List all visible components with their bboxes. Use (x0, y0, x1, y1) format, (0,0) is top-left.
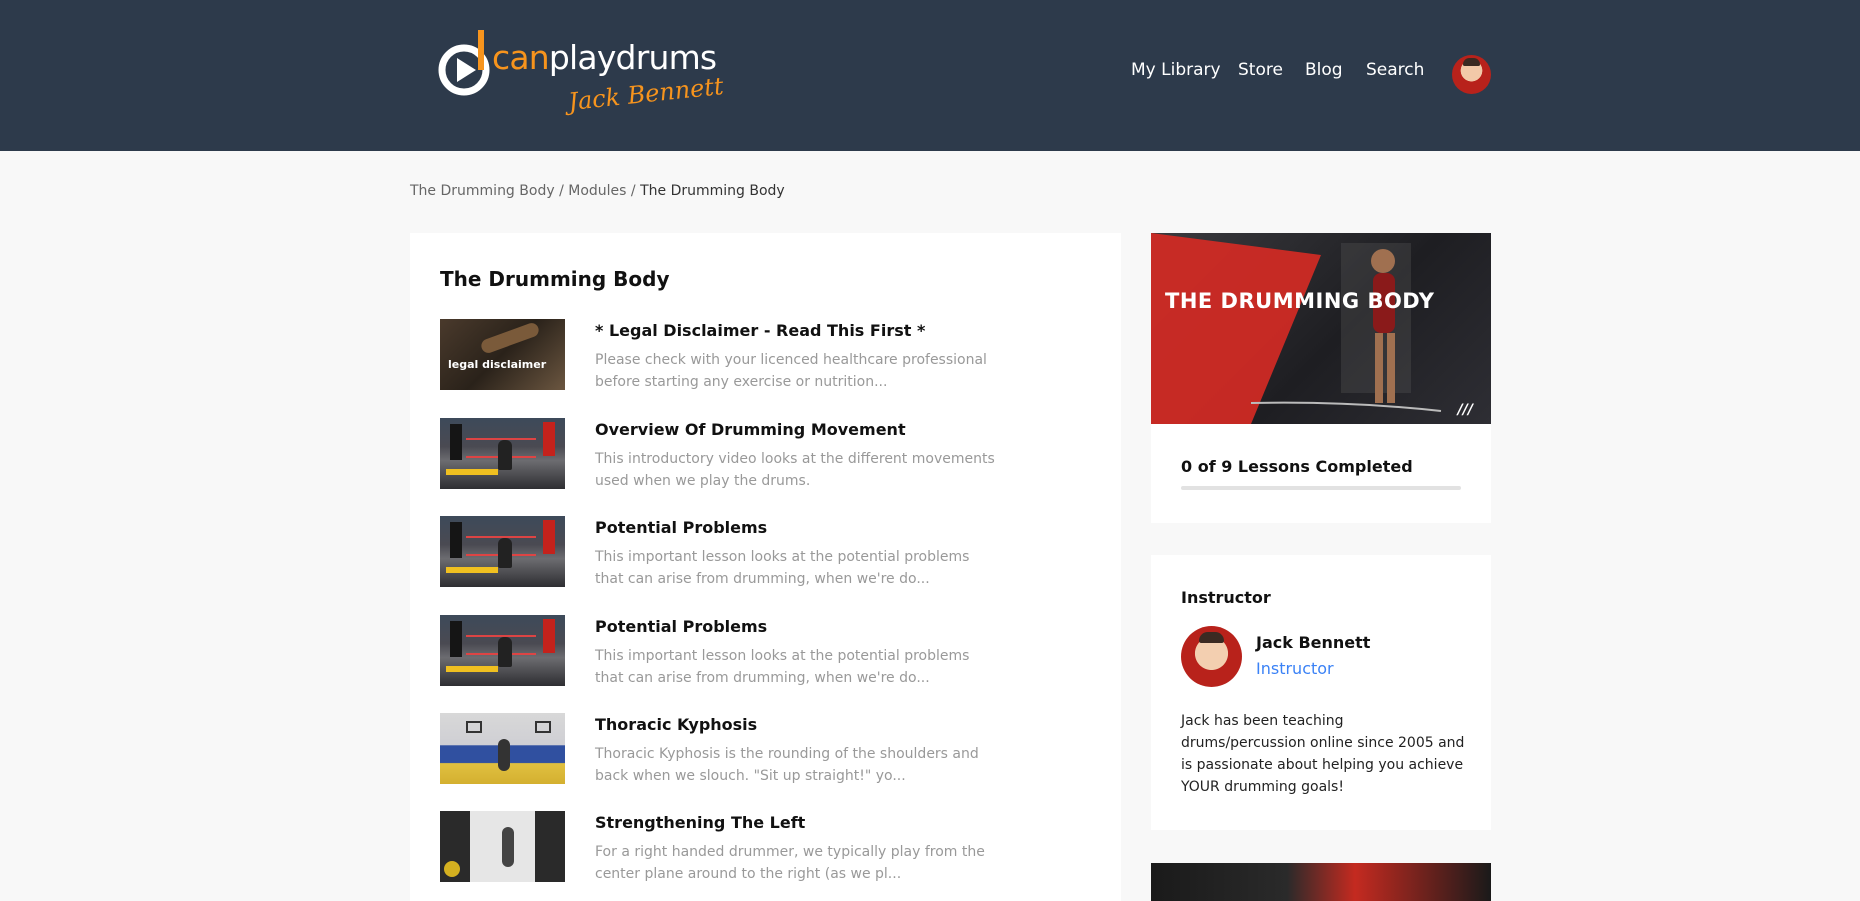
site-logo[interactable]: canplaydrums Jack Bennett (436, 26, 750, 122)
breadcrumb-current: The Drumming Body (640, 183, 785, 199)
breadcrumb: The Drumming Body / Modules / The Drummi… (410, 183, 785, 199)
lesson-description: This important lesson looks at the poten… (595, 549, 970, 587)
thumbnail-caption: legal disclaimer (448, 358, 547, 371)
lesson-title[interactable]: Strengthening The Left (595, 813, 805, 832)
lesson-description: This important lesson looks at the poten… (595, 648, 970, 686)
lesson-description: This introductory video looks at the dif… (595, 451, 995, 489)
lesson-description: Please check with your licenced healthca… (595, 352, 987, 390)
progress-bar (1181, 486, 1461, 490)
instructor-heading: Instructor (1181, 588, 1271, 607)
lesson-description: Thoracic Kyphosis is the rounding of the… (595, 746, 979, 784)
gavel-icon (479, 321, 541, 355)
breadcrumb-course[interactable]: The Drumming Body (410, 183, 555, 199)
nav-search[interactable]: Search (1366, 60, 1424, 80)
module-lessons-card: The Drumming Body legal disclaimer * Leg… (410, 233, 1121, 901)
lesson-item[interactable]: Potential Problems This important lesson… (440, 516, 1080, 588)
lessons-completed-text: 0 of 9 Lessons Completed (1181, 457, 1413, 476)
instructor-bio: Jack has been teaching drums/percussion … (1181, 713, 1465, 795)
course-hero-title: THE DRUMMING BODY (1165, 289, 1435, 313)
lesson-item[interactable]: Potential Problems This important lesson… (440, 615, 1080, 687)
lesson-title[interactable]: Potential Problems (595, 617, 767, 636)
lesson-thumbnail: legal disclaimer (440, 319, 565, 390)
lesson-thumbnail (440, 418, 565, 489)
lesson-description: For a right handed drummer, we typically… (595, 844, 985, 882)
lesson-item[interactable]: Strengthening The Left For a right hande… (440, 811, 1080, 883)
breadcrumb-separator: / (630, 183, 636, 199)
instructor-name: Jack Bennett (1256, 633, 1371, 652)
logo-wordmark: canplaydrums (492, 38, 717, 77)
lesson-item[interactable]: legal disclaimer * Legal Disclaimer - Re… (440, 319, 1080, 391)
instructor-avatar (1181, 626, 1242, 687)
lesson-title[interactable]: Overview Of Drumming Movement (595, 420, 906, 439)
course-progress-card: THE DRUMMING BODY /// 0 of 9 Lessons Com… (1151, 233, 1491, 523)
module-title: The Drumming Body (440, 267, 670, 291)
hero-mark: /// (1457, 402, 1473, 418)
lesson-title[interactable]: * Legal Disclaimer - Read This First * (595, 321, 925, 340)
lesson-thumbnail (440, 713, 565, 784)
nav-store[interactable]: Store (1238, 60, 1283, 80)
lesson-title[interactable]: Potential Problems (595, 518, 767, 537)
user-avatar[interactable] (1452, 55, 1491, 94)
course-hero-image: THE DRUMMING BODY /// (1151, 233, 1491, 424)
nav-blog[interactable]: Blog (1305, 60, 1343, 80)
nav-my-library[interactable]: My Library (1131, 60, 1221, 80)
site-header: canplaydrums Jack Bennett My Library Sto… (0, 0, 1860, 151)
instructor-card: Instructor Jack Bennett Instructor Jack … (1151, 555, 1491, 830)
logo-signature: Jack Bennett (566, 71, 725, 117)
breadcrumb-modules[interactable]: Modules (568, 183, 626, 199)
promo-card-image[interactable] (1151, 863, 1491, 901)
lesson-item[interactable]: Thoracic Kyphosis Thoracic Kyphosis is t… (440, 713, 1080, 785)
breadcrumb-separator: / (559, 183, 564, 199)
lesson-item[interactable]: Overview Of Drumming Movement This intro… (440, 418, 1080, 490)
lesson-thumbnail (440, 615, 565, 686)
lesson-thumbnail (440, 811, 565, 882)
instructor-role: Instructor (1256, 659, 1334, 678)
lesson-thumbnail (440, 516, 565, 587)
lesson-title[interactable]: Thoracic Kyphosis (595, 715, 757, 734)
